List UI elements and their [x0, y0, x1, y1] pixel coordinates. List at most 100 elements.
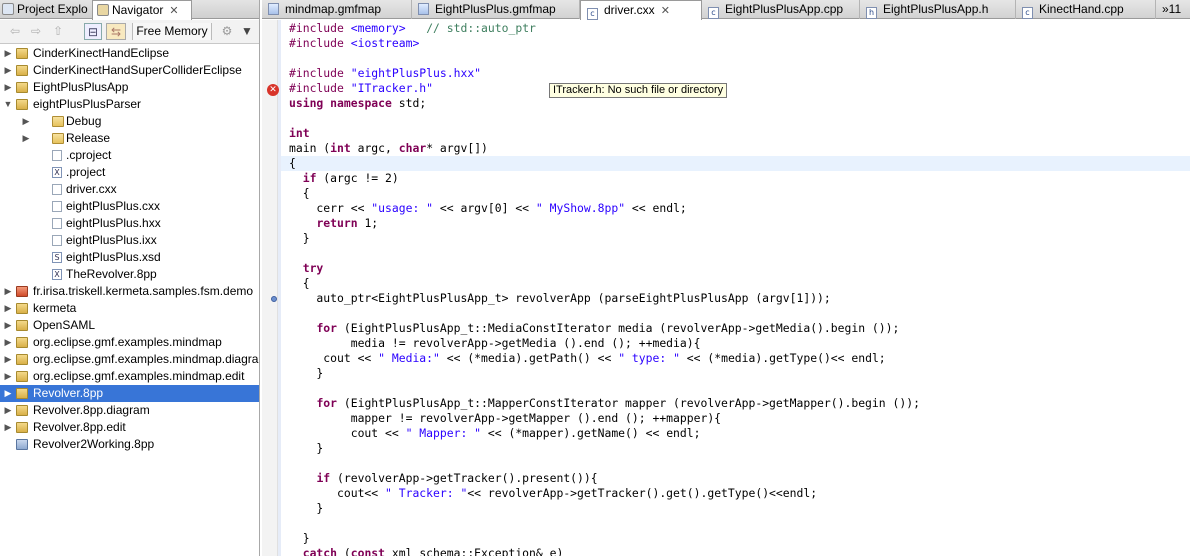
expand-arrow-icon[interactable]: ▶ [21, 130, 31, 147]
code-line: main (int argc, char* argv[]) [289, 141, 488, 155]
tree-item[interactable]: ▶ CinderKinectHandEclipse [0, 45, 259, 62]
folding-ruler[interactable] [278, 20, 281, 556]
editor-tab[interactable]: c driver.cxx ✕ [580, 0, 702, 20]
code-line: #include "ITracker.h" [289, 81, 434, 95]
back-arrow-icon[interactable]: ⇦ [6, 23, 24, 40]
tree-item-label: eightPlusPlusParser [33, 97, 142, 111]
tree-item[interactable]: ▶ Revolver.8pp.edit [0, 419, 259, 436]
tab-project-explorer[interactable]: Project Explo [2, 0, 92, 19]
tree-item[interactable]: eightPlusPlus.cxx [0, 198, 259, 215]
expand-arrow-icon[interactable]: ▶ [3, 419, 13, 436]
expand-arrow-icon[interactable]: ▶ [3, 351, 13, 368]
expand-arrow-icon[interactable]: ▶ [3, 79, 13, 96]
tree-item-label: Release [66, 131, 111, 145]
expand-arrow-icon[interactable]: ▶ [3, 368, 13, 385]
code-line: for (EightPlusPlusApp_t::MapperConstIter… [316, 396, 920, 410]
tree-item-label: .project [66, 165, 106, 179]
tree-item[interactable]: X .project [0, 164, 259, 181]
tree-item[interactable]: ▼ eightPlusPlusParser [0, 96, 259, 113]
tree-item[interactable]: ▶ org.eclipse.gmf.examples.mindmap.diagra… [0, 351, 259, 368]
tree-item[interactable]: ▶ EightPlusPlusApp [0, 79, 259, 96]
file-icon [52, 235, 62, 246]
tree-item-label: Revolver.8pp.diagram [33, 403, 150, 417]
expand-arrow-icon[interactable]: ▶ [3, 402, 13, 419]
forward-arrow-icon[interactable]: ⇨ [27, 23, 45, 40]
code-line: auto_ptr<EightPlusPlusApp_t> revolverApp… [289, 291, 831, 305]
tree-item[interactable]: ▶ kermeta [0, 300, 259, 317]
tree-item[interactable]: ▶ Debug [0, 113, 259, 130]
garbage-collect-icon[interactable]: ⚙ [218, 23, 236, 40]
code-line: } [289, 231, 310, 245]
code-line: media != revolverApp->getMedia ().end ()… [289, 336, 701, 350]
tree-item[interactable]: ▶ org.eclipse.gmf.examples.mindmap [0, 334, 259, 351]
collapse-arrow-icon[interactable]: ▼ [3, 96, 13, 113]
expand-arrow-icon[interactable]: ▶ [3, 385, 13, 402]
tab-label: Navigator [112, 3, 164, 17]
tree-item[interactable]: .cproject [0, 147, 259, 164]
tree-item[interactable]: ▶ Revolver.8pp [0, 385, 259, 402]
tree-item-label: Revolver2Working.8pp [33, 437, 155, 451]
folder-icon [52, 133, 64, 144]
code-line: return 1; [316, 216, 379, 230]
tree-item[interactable]: ▶ OpenSAML [0, 317, 259, 334]
expand-arrow-icon[interactable]: ▶ [3, 300, 13, 317]
editor-tab[interactable]: h EightPlusPlusApp.h [860, 0, 1016, 19]
file-icon [52, 184, 62, 195]
expand-arrow-icon[interactable]: ▶ [3, 283, 13, 300]
editor-tab[interactable]: EightPlusPlus.gmfmap [412, 0, 580, 19]
close-icon[interactable]: ✕ [661, 2, 670, 20]
view-menu-icon[interactable]: ▼ [240, 23, 254, 40]
tab-navigator[interactable]: Navigator ✕ [92, 0, 192, 20]
expand-arrow-icon[interactable]: ▶ [3, 317, 13, 334]
expand-arrow-icon[interactable]: ▶ [3, 334, 13, 351]
gmfmap-file-icon [268, 3, 279, 15]
editor-tab[interactable]: mindmap.gmfmap [262, 0, 412, 19]
collapse-all-icon[interactable]: ⊟ [84, 23, 102, 40]
vertical-ruler[interactable] [262, 20, 278, 556]
project-icon [16, 337, 28, 348]
tree-item[interactable]: ▶ fr.irisa.triskell.kermeta.samples.fsm.d… [0, 283, 259, 300]
xml-icon: X [52, 269, 62, 280]
project-explorer-icon [2, 3, 14, 15]
tree-item[interactable]: ▶ Release [0, 130, 259, 147]
tree-item[interactable]: ▶ Revolver.8pp.diagram [0, 402, 259, 419]
tree-item[interactable]: ▶ org.eclipse.gmf.examples.mindmap.edit [0, 368, 259, 385]
free-memory-button[interactable]: Free Memory [132, 23, 212, 40]
tree-item-label: org.eclipse.gmf.examples.mindmap [33, 335, 222, 349]
editor-tab[interactable]: c KinectHand.cpp [1016, 0, 1156, 19]
c-file-icon: c [1022, 7, 1033, 19]
editor-tab-label: mindmap.gmfmap [285, 2, 382, 16]
more-tabs-button[interactable]: »11 [1156, 0, 1190, 19]
tree-item[interactable]: ▶ CinderKinectHandSuperColliderEclipse [0, 62, 259, 79]
tree-item[interactable]: driver.cxx [0, 181, 259, 198]
expand-arrow-icon[interactable]: ▶ [3, 62, 13, 79]
project-icon [16, 99, 28, 110]
tree-item[interactable]: eightPlusPlus.ixx [0, 232, 259, 249]
tree-item-label: eightPlusPlus.xsd [66, 250, 161, 264]
code-line: #include <iostream> [289, 36, 420, 50]
tree-item[interactable]: eightPlusPlus.hxx [0, 215, 259, 232]
tree-item[interactable]: X TheRevolver.8pp [0, 266, 259, 283]
code-line: } [289, 366, 324, 380]
tree-item[interactable]: Revolver2Working.8pp [0, 436, 259, 453]
expand-arrow-icon[interactable]: ▶ [3, 45, 13, 62]
close-icon[interactable]: ✕ [169, 2, 178, 20]
occurrence-marker-icon[interactable] [271, 296, 277, 302]
code-editor: mindmap.gmfmap EightPlusPlus.gmfmap c drive… [262, 0, 1190, 556]
tree-item-label: .cproject [66, 148, 112, 162]
error-icon[interactable]: ✕ [267, 84, 279, 96]
editor-tab[interactable]: c EightPlusPlusApp.cpp [702, 0, 860, 19]
link-with-editor-icon[interactable]: ⇆ [106, 23, 126, 40]
up-arrow-icon[interactable]: ⇧ [49, 23, 67, 40]
expand-arrow-icon[interactable]: ▶ [21, 113, 31, 130]
code-line: if (argc != 2) [302, 171, 399, 185]
navigator-toolbar: ⇦ ⇨ ⇧ ⊟ ⇆ Free Memory ⚙ ▼ [0, 20, 259, 44]
tree-item-label: Debug [66, 114, 102, 128]
navigator-tree: ▶ CinderKinectHandEclipse ▶ CinderKinectHan… [0, 45, 259, 556]
project-icon [16, 286, 28, 297]
tree-item-label: TheRevolver.8pp [66, 267, 157, 281]
code-line: if (revolverApp->getTracker().present())… [316, 471, 598, 485]
tree-item-label: Revolver.8pp.edit [33, 420, 126, 434]
tree-item[interactable]: SeightPlusPlus.xsd [0, 249, 259, 266]
project-icon [16, 439, 28, 450]
